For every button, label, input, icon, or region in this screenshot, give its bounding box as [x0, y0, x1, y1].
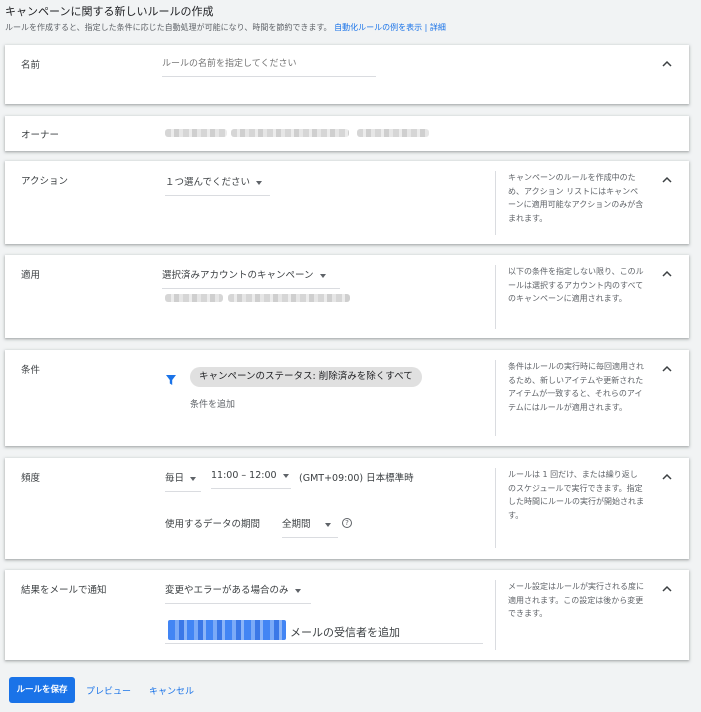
email-label: 結果をメールで通知: [21, 585, 107, 596]
owner-redacted: [357, 129, 429, 137]
owner-section: オーナー: [5, 116, 689, 151]
action-help-text: キャンペーンのルールを作成中のため、アクション リストにはキャンペーンに適用可能…: [495, 171, 645, 235]
action-section: アクション １つ選んでください キャンペーンのルールを作成中のため、アクション …: [5, 161, 689, 244]
filter-icon: [165, 371, 177, 390]
caret-down-icon: [319, 273, 326, 278]
page-description: ルールを作成すると、指定した条件に応じた自動処理が可能になり、時間を節約できます…: [5, 22, 446, 33]
account-redacted: [165, 294, 223, 302]
chevron-up-icon[interactable]: [661, 174, 673, 186]
caret-down-icon: [190, 476, 197, 481]
frequency-label: 頻度: [21, 473, 41, 484]
condition-chip[interactable]: キャンペーンのステータス: 削除済みを除くすべて: [190, 367, 422, 387]
rule-name-input[interactable]: [162, 57, 376, 77]
caret-down-icon: [282, 473, 289, 478]
frequency-select-value: 毎日: [165, 473, 185, 484]
data-period-select-value: 全期間: [282, 519, 311, 530]
email-section: 結果をメールで通知 変更やエラーがある場合のみ メールの受信者を追加 メール設定…: [5, 570, 689, 660]
cancel-button[interactable]: キャンセル: [149, 684, 194, 697]
time-select[interactable]: 11:00 – 12:00: [211, 470, 291, 489]
frequency-select[interactable]: 毎日: [165, 470, 201, 492]
chevron-up-icon[interactable]: [661, 58, 673, 70]
name-section: 名前: [5, 45, 689, 104]
account-redacted: [228, 294, 350, 302]
frequency-help-text: ルールは 1 回だけ、または繰り返しのスケジュールで実行できます。指定した時間に…: [495, 468, 645, 548]
chevron-up-icon[interactable]: [661, 471, 673, 483]
caret-down-icon: [324, 522, 331, 527]
timezone-text: (GMT+09:00) 日本標準時: [299, 473, 414, 484]
chevron-up-icon[interactable]: [661, 363, 673, 375]
data-period-label: 使用するデータの期間: [165, 519, 261, 530]
email-select[interactable]: 変更やエラーがある場合のみ: [165, 582, 311, 604]
chevron-up-icon[interactable]: [661, 583, 673, 595]
chevron-up-icon[interactable]: [661, 268, 673, 280]
caret-down-icon: [294, 588, 301, 593]
apply-select-value: 選択済みアカウントのキャンペーン: [162, 270, 314, 281]
owner-label: オーナー: [21, 130, 60, 141]
apply-section: 適用 選択済みアカウントのキャンペーン 以下の条件を指定しない限り、このルールは…: [5, 255, 689, 338]
frequency-section: 頻度 毎日 11:00 – 12:00 (GMT+09:00) 日本標準時 使用…: [5, 458, 689, 559]
save-rule-button[interactable]: ルールを保存: [9, 677, 75, 703]
add-recipient-placeholder[interactable]: メールの受信者を追加: [290, 624, 400, 640]
examples-link[interactable]: 自動化ルールの例を表示: [334, 23, 422, 32]
condition-label: 条件: [21, 365, 41, 376]
condition-help-text: 条件はルールの実行時に毎回適用されるため、新しいアイテムや更新されたアイテムが一…: [495, 360, 645, 436]
details-link[interactable]: 詳細: [430, 23, 446, 32]
apply-label: 適用: [21, 270, 41, 281]
caret-down-icon: [256, 180, 263, 185]
apply-help-text: 以下の条件を指定しない限り、このルールは選択するアカウント内のすべてのキャンペー…: [495, 265, 645, 329]
description-text: ルールを作成すると、指定した条件に応じた自動処理が可能になり、時間を節約できます…: [5, 23, 332, 32]
action-select[interactable]: １つ選んでください: [165, 174, 270, 196]
link-separator: |: [424, 23, 428, 32]
email-select-value: 変更やエラーがある場合のみ: [165, 585, 289, 596]
preview-button[interactable]: プレビュー: [86, 684, 131, 697]
add-condition-link[interactable]: 条件を追加: [190, 397, 235, 410]
time-select-value: 11:00 – 12:00: [211, 470, 277, 481]
action-label: アクション: [21, 176, 69, 187]
name-label: 名前: [21, 60, 41, 71]
action-select-value: １つ選んでください: [165, 177, 251, 188]
condition-section: 条件 キャンペーンのステータス: 削除済みを除くすべて 条件を追加 条件はルール…: [5, 350, 689, 446]
help-circle-icon[interactable]: ?: [342, 518, 352, 528]
page-title: キャンペーンに関する新しいルールの作成: [5, 5, 214, 18]
data-period-select[interactable]: 全期間: [282, 516, 338, 538]
owner-redacted: [231, 129, 349, 137]
owner-redacted: [165, 129, 227, 137]
apply-select[interactable]: 選択済みアカウントのキャンペーン: [162, 267, 340, 289]
email-help-text: メール設定はルールが実行される度に適用されます。この設定は後から変更できます。: [495, 580, 645, 650]
